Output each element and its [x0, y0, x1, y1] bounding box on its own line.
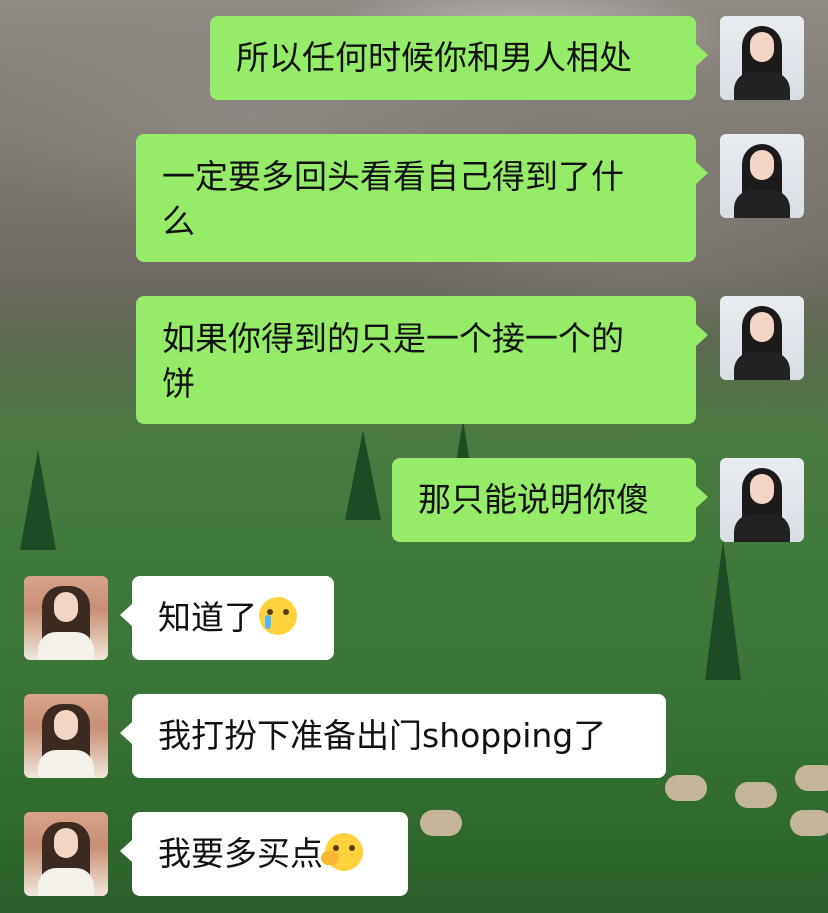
message-text: 我打扮下准备出门shopping了 [158, 716, 607, 755]
message-bubble[interactable]: 我要多买点 [120, 812, 408, 896]
avatar[interactable] [24, 694, 108, 778]
avatar[interactable] [720, 134, 804, 218]
crying-face-icon [259, 597, 297, 635]
face-with-hand-over-mouth-icon [321, 833, 363, 871]
avatar[interactable] [24, 812, 108, 896]
avatar[interactable] [720, 16, 804, 100]
message-bubble[interactable]: 我打扮下准备出门shopping了 [120, 694, 666, 778]
message-row: 所以任何时候你和男人相处 [0, 16, 828, 100]
message-row: 如果你得到的只是一个接一个的 饼 [0, 296, 828, 424]
message-bubble[interactable]: 所以任何时候你和男人相处 [210, 16, 708, 100]
message-row: 一定要多回头看看自己得到了什 么 [0, 134, 828, 262]
message-bubble[interactable]: 如果你得到的只是一个接一个的 饼 [136, 296, 708, 424]
message-text: 一定要多回头看看自己得到了什 [162, 157, 624, 196]
message-bubble[interactable]: 那只能说明你傻 [392, 458, 708, 542]
avatar[interactable] [24, 576, 108, 660]
message-bubble[interactable]: 知道了 [120, 576, 334, 660]
message-row: 我打扮下准备出门shopping了 [0, 694, 828, 778]
message-text: 饼 [162, 364, 195, 403]
sheep [735, 782, 777, 808]
message-text: 如果你得到的只是一个接一个的 [162, 319, 624, 358]
avatar[interactable] [720, 296, 804, 380]
message-bubble[interactable]: 一定要多回头看看自己得到了什 么 [136, 134, 708, 262]
sheep [665, 775, 707, 801]
message-row: 我要多买点 [0, 812, 828, 896]
message-text: 知道了 [158, 598, 257, 637]
message-row: 知道了 [0, 576, 828, 660]
message-text: 那只能说明你傻 [418, 480, 649, 519]
message-text: 么 [162, 202, 195, 241]
message-text: 我要多买点 [158, 834, 323, 873]
avatar[interactable] [720, 458, 804, 542]
message-text: 所以任何时候你和男人相处 [236, 38, 632, 77]
message-row: 那只能说明你傻 [0, 458, 828, 542]
